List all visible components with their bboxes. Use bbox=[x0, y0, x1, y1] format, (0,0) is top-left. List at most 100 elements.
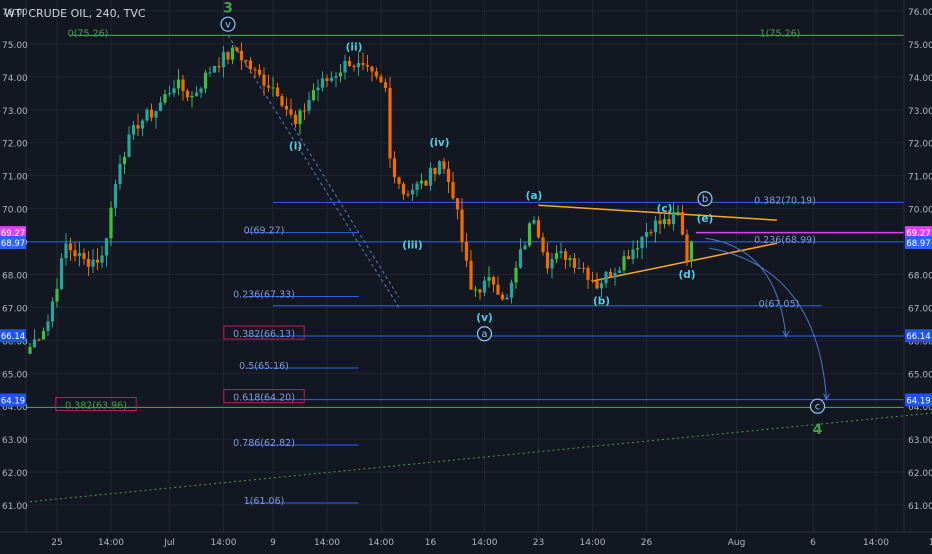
candle-body bbox=[545, 252, 550, 269]
y-tick-label-left: 75.00 bbox=[2, 41, 28, 51]
candle-body bbox=[64, 243, 68, 259]
y-tick-label-right: 71.00 bbox=[908, 173, 932, 183]
candle-body bbox=[581, 267, 586, 269]
candle-body bbox=[316, 87, 320, 91]
wave-label-circled: v bbox=[225, 20, 231, 31]
fib-level-label: 0(75.26) bbox=[68, 28, 109, 39]
x-tick-label: 14:00 bbox=[314, 538, 340, 548]
wave-label-circled: c bbox=[815, 402, 821, 413]
x-tick-label: 25 bbox=[51, 538, 62, 548]
price-chart-svg[interactable]: 0(75.26) 1(75.26) 0.382(63.96) 0(69.27) 0.23… bbox=[0, 0, 932, 550]
y-tick-label-right: 68.00 bbox=[908, 271, 932, 281]
candle-body bbox=[370, 66, 374, 72]
candle-body bbox=[59, 258, 64, 289]
candle-body bbox=[649, 232, 653, 234]
candle-body bbox=[415, 183, 419, 190]
candle-body bbox=[536, 220, 541, 238]
x-tick-label: Jul bbox=[163, 538, 175, 548]
y-tick-label-left: 70.00 bbox=[2, 206, 28, 216]
candle-body bbox=[608, 271, 613, 278]
candle-body bbox=[311, 90, 316, 101]
candle-body bbox=[653, 220, 658, 233]
wave-label: (d) bbox=[678, 269, 695, 281]
candle-body bbox=[172, 88, 176, 94]
candle-body bbox=[302, 110, 307, 112]
candle-body bbox=[239, 50, 244, 61]
candle-body bbox=[136, 125, 140, 129]
candle-body bbox=[86, 258, 91, 267]
candle-body bbox=[676, 211, 680, 213]
candle-body bbox=[262, 74, 266, 86]
candle-body bbox=[230, 47, 235, 60]
candle-body bbox=[95, 259, 100, 263]
wave-label: 3 bbox=[223, 0, 233, 16]
candle-body bbox=[275, 87, 280, 97]
candle-body bbox=[199, 88, 203, 93]
candle-body bbox=[388, 87, 392, 159]
candle-body bbox=[617, 270, 622, 273]
candle-body bbox=[203, 72, 208, 89]
candle-body bbox=[460, 209, 464, 243]
candle-body bbox=[383, 82, 388, 88]
candle-body bbox=[104, 238, 109, 256]
y-tick-label-right: 61.00 bbox=[908, 502, 932, 512]
y-tick-label-left: 67.00 bbox=[2, 304, 28, 314]
y-tick-label-left: 72.00 bbox=[2, 140, 28, 150]
candle-body bbox=[361, 63, 365, 65]
candle-body bbox=[280, 96, 284, 106]
candle-body bbox=[82, 253, 86, 259]
trendline bbox=[29, 412, 932, 503]
candle-body bbox=[482, 280, 487, 293]
candle-body bbox=[469, 260, 473, 290]
candle-body bbox=[662, 219, 667, 225]
candle-body bbox=[491, 277, 496, 285]
candle-body bbox=[635, 248, 640, 250]
y-tick-label-right: 63.00 bbox=[908, 436, 932, 446]
candle-body bbox=[307, 100, 311, 111]
y-tick-label-left: 74.00 bbox=[2, 74, 28, 84]
y-tick-label-left: 71.00 bbox=[2, 173, 28, 183]
candle-body bbox=[347, 60, 352, 66]
fib-level-label: 0.382(66.13) bbox=[233, 329, 295, 340]
candle-body bbox=[685, 234, 689, 262]
fib-level-label: 0.382(70.19) bbox=[754, 195, 816, 206]
candle-body bbox=[568, 258, 572, 260]
candle-body bbox=[559, 251, 563, 254]
fib-level-label: 0.618(64.20) bbox=[233, 393, 295, 404]
price-badge-left-label: 68.97 bbox=[1, 239, 25, 249]
candle-body bbox=[397, 177, 401, 184]
candle-body bbox=[46, 321, 50, 331]
candle-body bbox=[284, 105, 289, 110]
candle-body bbox=[667, 219, 671, 225]
candle-body bbox=[28, 347, 32, 354]
x-tick-label: 16 bbox=[425, 538, 437, 548]
candle-body bbox=[613, 272, 617, 278]
candle-body bbox=[190, 95, 194, 98]
wave-label: (b) bbox=[593, 295, 610, 307]
candle-body bbox=[100, 255, 104, 263]
candle-body bbox=[131, 125, 136, 135]
candle-body bbox=[226, 52, 230, 60]
candle-body bbox=[248, 60, 253, 70]
candle-body bbox=[406, 194, 410, 196]
candle-body bbox=[55, 288, 59, 302]
candle-body bbox=[37, 339, 41, 341]
candle-body bbox=[599, 283, 604, 289]
candle-body bbox=[379, 76, 383, 83]
projection-arrow bbox=[704, 237, 787, 338]
candle-body bbox=[496, 284, 500, 295]
y-tick-label-right: 73.00 bbox=[908, 107, 932, 117]
y-tick-label-right: 75.00 bbox=[908, 41, 932, 51]
candle-body bbox=[320, 78, 325, 88]
candle-body bbox=[257, 69, 262, 75]
candle-body bbox=[32, 339, 37, 348]
candle-body bbox=[185, 90, 190, 98]
candle-body bbox=[176, 79, 181, 89]
candle-body bbox=[127, 134, 131, 157]
y-tick-label-left: 65.00 bbox=[2, 370, 28, 380]
fib-level-label: 1(61.06) bbox=[244, 496, 285, 507]
candle-body bbox=[514, 267, 518, 283]
chart-area[interactable]: 0(75.26) 1(75.26) 0.382(63.96) 0(69.27) 0.23… bbox=[0, 0, 932, 550]
wave-label: (i) bbox=[289, 141, 302, 153]
candle-body bbox=[550, 259, 554, 269]
